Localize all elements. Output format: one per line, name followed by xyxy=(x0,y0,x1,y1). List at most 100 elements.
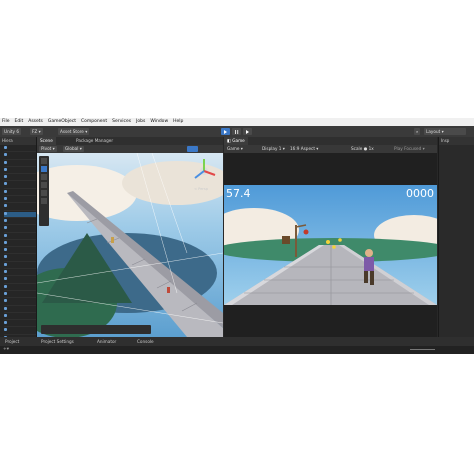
gameobject-icon xyxy=(4,299,7,303)
gameobject-icon xyxy=(4,328,7,332)
scale-slider[interactable]: Scale ● 1x xyxy=(349,146,376,152)
hierarchy-row[interactable] xyxy=(4,328,36,335)
project-tab-label: Project xyxy=(5,339,20,344)
tab-animator[interactable]: Animator xyxy=(94,337,119,346)
gameobject-icon xyxy=(4,284,7,288)
search-button[interactable]: ⌕ xyxy=(414,128,421,135)
unity-editor-window: File Edit Assets GameObject Component Se… xyxy=(0,118,474,354)
hierarchy-row[interactable] xyxy=(4,204,36,211)
game-view[interactable]: 57.4 0000 xyxy=(224,153,437,337)
layout-dropdown[interactable]: Layout ▾ xyxy=(424,128,466,135)
unity-version-label: Unity 6 xyxy=(4,129,19,134)
aspect-dropdown[interactable]: 16:9 Aspect ▾ xyxy=(288,146,342,152)
hierarchy-row[interactable] xyxy=(4,277,36,284)
hierarchy-row[interactable] xyxy=(4,182,36,189)
hierarchy-row[interactable] xyxy=(4,306,36,313)
menu-component[interactable]: Component xyxy=(81,118,107,126)
game-render: 57.4 0000 xyxy=(224,185,437,305)
tab-project-settings[interactable]: Project Settings xyxy=(38,337,77,346)
gameobject-icon xyxy=(4,321,7,325)
account-button[interactable]: FZ ▾ xyxy=(30,128,43,135)
menu-assets[interactable]: Assets xyxy=(28,118,43,126)
menu-jobs[interactable]: Jobs xyxy=(136,118,145,126)
rotate-tool-button[interactable] xyxy=(41,174,47,180)
scale-tool-button[interactable] xyxy=(41,182,47,188)
hierarchy-row[interactable] xyxy=(4,299,36,306)
scene-tab-bar: Scene Package Manager xyxy=(37,137,223,145)
tab-package-manager[interactable]: Package Manager xyxy=(73,137,116,145)
unity-version-button[interactable]: Unity 6 xyxy=(2,128,21,135)
menu-window[interactable]: Window xyxy=(150,118,168,126)
menu-edit[interactable]: Edit xyxy=(15,118,24,126)
hierarchy-row[interactable] xyxy=(4,270,36,277)
hierarchy-row[interactable] xyxy=(4,211,36,218)
hierarchy-row[interactable] xyxy=(4,255,36,262)
project-settings-tab-label: Project Settings xyxy=(41,339,74,344)
step-button[interactable] xyxy=(243,128,252,135)
orientation-gizmo[interactable]: < Persp xyxy=(189,156,219,196)
gizmo-axes-icon xyxy=(194,159,216,179)
game-mode-dropdown[interactable]: Game ▾ xyxy=(225,146,245,152)
tab-game-label: Game xyxy=(232,138,245,143)
transform-tool-button[interactable] xyxy=(41,198,47,204)
hierarchy-row[interactable] xyxy=(4,218,36,226)
game-toolbar: Game ▾ Display 1 ▾ 16:9 Aspect ▾ Scale ●… xyxy=(224,145,437,153)
hierarchy-tab-label: Hiera xyxy=(2,138,13,143)
hierarchy-row[interactable] xyxy=(4,146,36,153)
menu-help[interactable]: Help xyxy=(173,118,183,126)
hierarchy-row[interactable] xyxy=(4,226,36,233)
hierarchy-row[interactable] xyxy=(4,175,36,182)
hierarchy-row[interactable] xyxy=(4,189,36,197)
scene-view[interactable]: < Persp xyxy=(37,153,223,337)
scale-value: 1x xyxy=(368,146,374,151)
search-icon: ⌕ xyxy=(416,129,419,134)
hierarchy-row[interactable] xyxy=(4,248,36,255)
hierarchy-row[interactable] xyxy=(4,284,36,291)
tab-scene[interactable]: Scene xyxy=(37,137,56,145)
gameobject-icon xyxy=(4,291,7,295)
tab-game[interactable]: ◧ Game xyxy=(224,137,248,145)
hierarchy-tab[interactable]: Hiera xyxy=(0,137,36,145)
hierarchy-row[interactable] xyxy=(4,153,36,160)
move-tool-button[interactable] xyxy=(41,166,47,172)
add-icon[interactable]: +▾ xyxy=(3,347,9,352)
hierarchy-row[interactable] xyxy=(4,262,36,270)
play-focused-dropdown[interactable]: Play Focused ▾ xyxy=(392,146,427,152)
hierarchy-row[interactable] xyxy=(4,313,36,321)
menu-services[interactable]: Services xyxy=(112,118,131,126)
hierarchy-row[interactable] xyxy=(4,197,36,204)
hierarchy-row[interactable] xyxy=(4,321,36,328)
persp-label[interactable]: < Persp xyxy=(194,187,208,191)
tab-console[interactable]: Console xyxy=(134,337,157,346)
hierarchy-row[interactable] xyxy=(4,160,36,167)
tab-project[interactable]: Project xyxy=(2,337,22,346)
pause-button[interactable] xyxy=(232,128,241,135)
asset-store-button[interactable]: Asset Store ▾ xyxy=(58,128,90,135)
hierarchy-row[interactable] xyxy=(4,291,36,299)
global-dropdown[interactable]: Global ▾ xyxy=(63,146,84,152)
gameobject-icon xyxy=(4,262,7,266)
inspector-tab[interactable]: Insp xyxy=(439,137,474,145)
inspector-tab-label: Insp xyxy=(441,138,450,143)
zoom-slider[interactable] xyxy=(410,349,435,350)
menu-file[interactable]: File xyxy=(2,118,10,126)
gameobject-icon xyxy=(4,313,7,317)
gameobject-icon xyxy=(4,277,7,281)
play-button[interactable] xyxy=(221,128,230,135)
aspect-label: 16:9 Aspect xyxy=(290,146,315,151)
gameobject-icon xyxy=(4,240,7,244)
hierarchy-row[interactable] xyxy=(4,167,36,175)
tab-package-manager-label: Package Manager xyxy=(76,138,114,143)
gameobject-icon xyxy=(4,270,7,274)
display-dropdown[interactable]: Display 1 ▾ xyxy=(260,146,287,152)
hand-tool-button[interactable] xyxy=(41,158,47,164)
gameobject-icon xyxy=(4,218,7,222)
timer-text: 57.4 xyxy=(226,187,251,200)
2d-toggle-button[interactable] xyxy=(187,146,198,152)
pivot-dropdown[interactable]: Pivot ▾ xyxy=(39,146,57,152)
hierarchy-row[interactable] xyxy=(4,233,36,240)
menu-gameobject[interactable]: GameObject xyxy=(48,118,76,126)
hierarchy-row[interactable] xyxy=(4,240,36,248)
animator-tab-label: Animator xyxy=(97,339,117,344)
rect-tool-button[interactable] xyxy=(41,190,47,196)
